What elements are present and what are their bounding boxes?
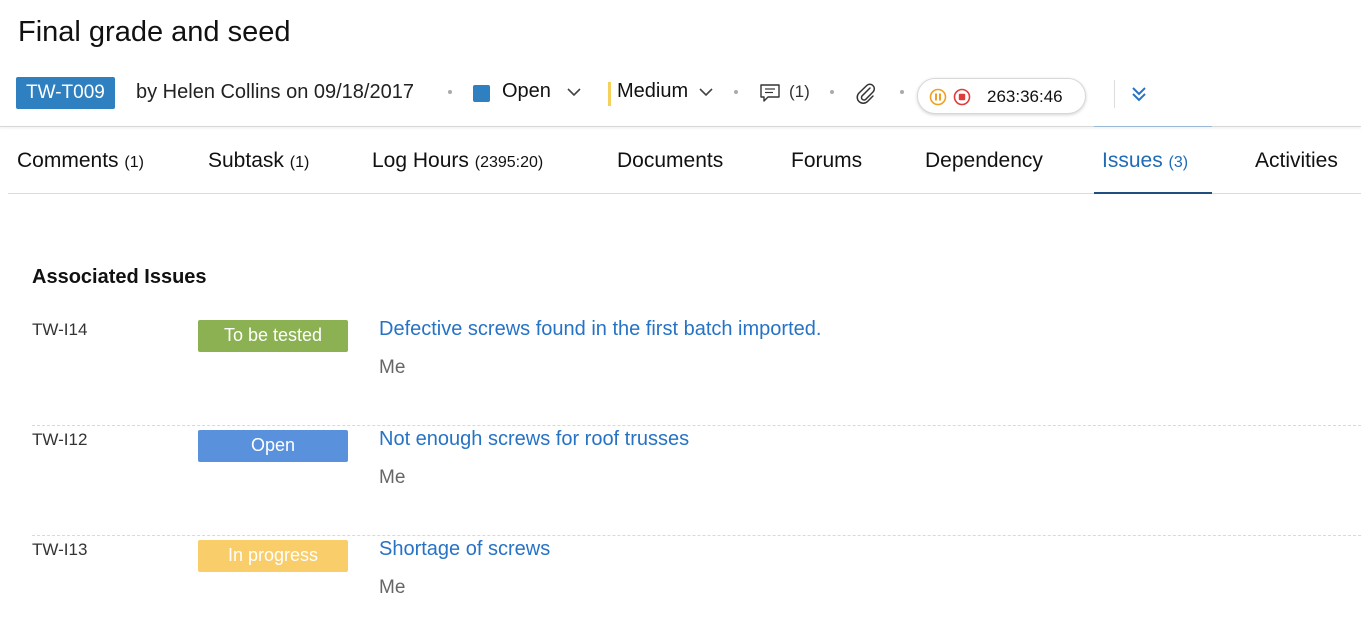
- active-tab-indicator: [1094, 192, 1212, 194]
- tab-subtask[interactable]: Subtask (1): [208, 127, 309, 194]
- priority-dropdown-value[interactable]: Medium: [617, 80, 688, 103]
- tab-count: (3): [1168, 154, 1189, 171]
- tab-count: (2395:20): [474, 154, 544, 171]
- chevron-down-icon[interactable]: [566, 84, 582, 100]
- task-created-by: by Helen Collins on 09/18/2017: [136, 81, 414, 103]
- stop-circle-icon[interactable]: [953, 88, 971, 106]
- tab-count: (1): [124, 154, 144, 171]
- tab-forums[interactable]: Forums: [791, 127, 862, 194]
- double-chevron-down-icon[interactable]: [1129, 84, 1149, 104]
- tab-documents[interactable]: Documents: [617, 127, 723, 194]
- issue-title-link[interactable]: Not enough screws for roof trusses: [379, 428, 689, 451]
- issue-owner: Me: [379, 467, 406, 488]
- tab-label: Log Hours: [372, 149, 469, 172]
- separator-dot: [734, 90, 738, 94]
- issue-owner: Me: [379, 357, 406, 378]
- section-title: Associated Issues: [32, 266, 207, 288]
- status-dropdown-value[interactable]: Open: [502, 80, 551, 103]
- timer-widget: 263:36:46: [917, 78, 1086, 114]
- issue-status-badge: In progress: [198, 540, 348, 572]
- issue-id[interactable]: TW-I12: [32, 430, 87, 450]
- tab-label: Subtask: [208, 149, 284, 172]
- issue-row: TW-I14 To be tested Defective screws fou…: [32, 316, 1361, 426]
- tab-label: Activities: [1255, 149, 1338, 172]
- separator-dot: [448, 90, 452, 94]
- tab-dependency[interactable]: Dependency: [925, 127, 1043, 194]
- issue-id[interactable]: TW-I14: [32, 320, 87, 340]
- issue-title-link[interactable]: Shortage of screws: [379, 538, 550, 561]
- tab-label: Forums: [791, 149, 863, 172]
- task-meta-row: TW-T009 by Helen Collins on 09/18/2017 O…: [16, 76, 1336, 114]
- tab-label: Documents: [617, 149, 724, 172]
- tab-label: Dependency: [925, 149, 1043, 172]
- comment-count[interactable]: (1): [789, 82, 810, 102]
- issue-id[interactable]: TW-I13: [32, 540, 87, 560]
- paperclip-icon[interactable]: [854, 82, 878, 106]
- tab-comments[interactable]: Comments (1): [17, 127, 144, 194]
- pause-circle-icon[interactable]: [929, 88, 947, 106]
- tab-issues[interactable]: Issues (3): [1102, 127, 1188, 194]
- issue-owner: Me: [379, 577, 406, 598]
- tab-log-hours[interactable]: Log Hours (2395:20): [372, 127, 543, 194]
- issue-title-link[interactable]: Defective screws found in the first batc…: [379, 318, 821, 341]
- tab-activities[interactable]: Activities: [1255, 127, 1338, 194]
- status-color-swatch: [473, 85, 490, 102]
- active-tab-top-border: [1094, 126, 1212, 127]
- separator-dot: [830, 90, 834, 94]
- tab-bar: Comments (1) Subtask (1) Log Hours (2395…: [0, 127, 1361, 194]
- task-id-badge[interactable]: TW-T009: [16, 77, 115, 109]
- issue-status-badge: To be tested: [198, 320, 348, 352]
- timer-value: 263:36:46: [987, 87, 1063, 106]
- issue-status-badge: Open: [198, 430, 348, 462]
- issue-row: TW-I13 In progress Shortage of screws Me: [32, 536, 1361, 631]
- chevron-down-icon[interactable]: [698, 84, 714, 100]
- tab-count: (1): [289, 154, 310, 171]
- issue-row: TW-I12 Open Not enough screws for roof t…: [32, 426, 1361, 536]
- vertical-divider: [1114, 80, 1115, 108]
- tab-label: Issues: [1102, 149, 1163, 172]
- comment-icon[interactable]: [759, 82, 781, 104]
- tab-label: Comments: [17, 149, 119, 172]
- page-title: Final grade and seed: [18, 16, 291, 48]
- priority-color-bar: [608, 82, 611, 106]
- separator-dot: [900, 90, 904, 94]
